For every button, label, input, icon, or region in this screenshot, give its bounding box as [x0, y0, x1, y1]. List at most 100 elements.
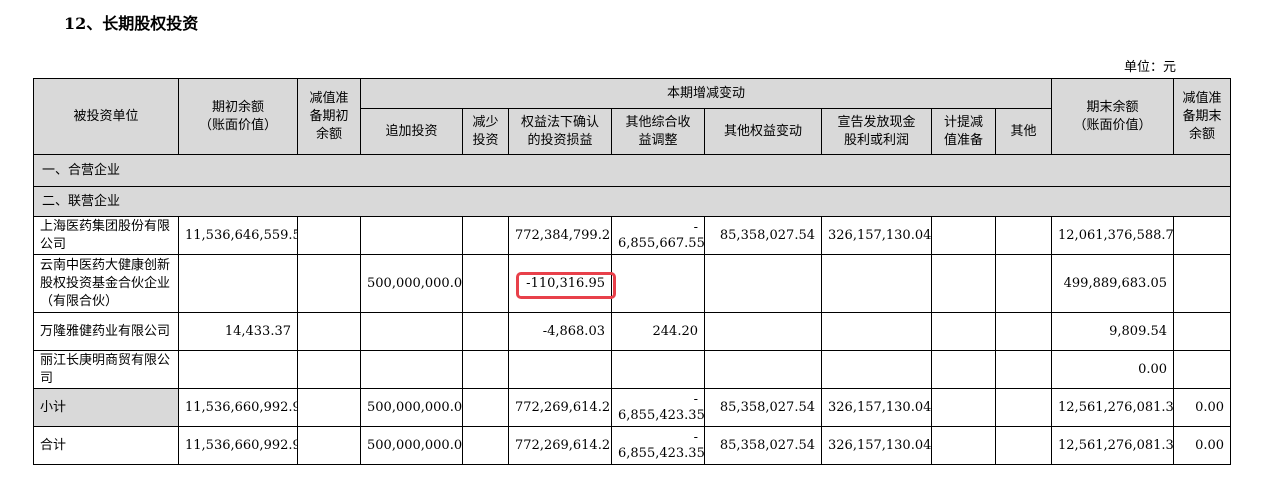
cell-opening: 11,536,660,992.93 [178, 426, 298, 465]
cell-closing-impairment [1173, 216, 1232, 255]
cell-closing-impairment: 0.00 [1173, 388, 1232, 427]
cell-opening: 11,536,646,559.56 [178, 216, 298, 255]
cell-opening [178, 350, 298, 389]
table-row: 万隆雅健药业有限公司 14,433.37 -4,868.03 244.20 9,… [33, 312, 1232, 351]
cell-opening-impairment [297, 216, 361, 255]
header-opening: 期初余额 （账面价值） [178, 78, 298, 155]
header-change-group: 本期增减变动 [359, 78, 1053, 109]
cell-oci-value: 6,855,423.35 [618, 407, 705, 423]
highlight-annotation-box [516, 272, 616, 299]
investee-name: 上海医药集团股份有限公司 [33, 216, 179, 255]
header-closing-impairment: 减值准 备期末 余额 [1173, 78, 1232, 155]
cell-closing: 12,561,276,081.35 [1051, 426, 1175, 465]
cell-other-equity [704, 350, 822, 389]
cell-add-invest: 500,000,000.00 [360, 388, 463, 427]
cell-reduce-invest [462, 216, 509, 255]
cell-opening-impairment [297, 350, 361, 389]
cell-reduce-invest [462, 312, 509, 351]
table-row: 丽江长庚明商贸有限公司 0.00 [33, 350, 1232, 389]
cell-equity-income: -4,868.03 [508, 312, 612, 351]
cell-opening: 14,433.37 [178, 312, 298, 351]
cell-other [994, 312, 1053, 351]
cell-closing: 499,889,683.05 [1051, 254, 1175, 313]
cell-dividend [821, 254, 932, 313]
cell-other-equity: 85,358,027.54 [704, 388, 822, 427]
cell-closing-impairment [1173, 254, 1232, 313]
cell-impairment [931, 312, 996, 351]
cell-equity-income: 772,269,614.27 [508, 388, 612, 427]
section-associates: 二、联营企业 [32, 186, 1232, 217]
cell-closing: 0.00 [1051, 350, 1175, 389]
cell-oci [611, 254, 705, 313]
header-closing: 期末余额 （账面价值） [1051, 78, 1175, 155]
cell-dividend: 326,157,130.04 [821, 388, 932, 427]
header-investee: 被投资单位 [33, 78, 179, 155]
cell-other [994, 254, 1053, 313]
cell-closing-impairment: 0.00 [1173, 426, 1232, 465]
cell-impairment [931, 216, 996, 255]
header-equity-income: 权益法下确认 的投资损益 [508, 108, 612, 155]
cell-oci-sign: - [693, 429, 698, 445]
cell-opening [178, 254, 298, 313]
cell-closing: 12,061,376,588.76 [1051, 216, 1175, 255]
cell-opening-impairment [297, 254, 361, 313]
cell-dividend [821, 312, 932, 351]
cell-oci-value: 6,855,423.35 [618, 445, 705, 461]
subtotal-label: 小计 [33, 388, 179, 427]
header-other-equity: 其他权益变动 [704, 108, 822, 155]
header-other: 其他 [994, 108, 1053, 155]
cell-other [994, 388, 1053, 427]
cell-oci-sign: - [693, 219, 698, 235]
cell-add-invest [360, 312, 463, 351]
header-add-invest: 追加投资 [360, 108, 463, 155]
investee-name: 万隆雅健药业有限公司 [33, 312, 179, 351]
table-row: 云南中医药大健康创新股权投资基金合伙企业（有限合伙） 500,000,000.0… [33, 254, 1232, 313]
cell-other-equity: 85,358,027.54 [704, 426, 822, 465]
cell-impairment [931, 254, 996, 313]
cell-oci: 244.20 [611, 312, 705, 351]
cell-reduce-invest [462, 426, 509, 465]
investee-name: 云南中医药大健康创新股权投资基金合伙企业（有限合伙） [33, 254, 179, 313]
cell-impairment [931, 388, 996, 427]
cell-add-invest: 500,000,000.00 [360, 426, 463, 465]
header-reduce-invest: 减少 投资 [462, 108, 509, 155]
cell-other [994, 350, 1053, 389]
cell-other [994, 216, 1053, 255]
header-oci: 其他综合收 益调整 [611, 108, 705, 155]
cell-other [994, 426, 1053, 465]
cell-opening-impairment [297, 312, 361, 351]
cell-add-invest [360, 216, 463, 255]
unit-label: 单位：元 [1124, 60, 1177, 75]
total-row: 合计 11,536,660,992.93 500,000,000.00 772,… [33, 426, 1232, 465]
cell-closing-impairment [1173, 312, 1232, 351]
cell-equity-income: 772,384,799.25 [508, 216, 612, 255]
cell-other-equity [704, 312, 822, 351]
cell-opening-impairment [297, 426, 361, 465]
cell-dividend: 326,157,130.04 [821, 216, 932, 255]
cell-oci: - 6,855,423.35 [611, 388, 705, 427]
cell-oci: - 6,855,667.55 [611, 216, 705, 255]
header-dividend: 宣告发放现金 股利或利润 [821, 108, 932, 155]
cell-oci: - 6,855,423.35 [611, 426, 705, 465]
cell-impairment [931, 350, 996, 389]
cell-oci [611, 350, 705, 389]
total-label: 合计 [33, 426, 179, 465]
header-opening-impairment: 减值准 备期初 余额 [297, 78, 361, 155]
cell-equity-income: 772,269,614.27 [508, 426, 612, 465]
cell-add-invest: 500,000,000.00 [360, 254, 463, 313]
cell-closing: 9,809.54 [1051, 312, 1175, 351]
investee-name: 丽江长庚明商贸有限公司 [33, 350, 179, 389]
cell-impairment [931, 426, 996, 465]
subtotal-row: 小计 11,536,660,992.93 500,000,000.00 772,… [33, 388, 1232, 427]
cell-reduce-invest [462, 388, 509, 427]
cell-equity-income [508, 350, 612, 389]
cell-dividend [821, 350, 932, 389]
cell-reduce-invest [462, 254, 509, 313]
cell-closing-impairment [1173, 350, 1232, 389]
cell-opening-impairment [297, 388, 361, 427]
cell-other-equity [704, 254, 822, 313]
cell-other-equity: 85,358,027.54 [704, 216, 822, 255]
cell-oci-value: 6,855,667.55 [618, 235, 705, 251]
long-term-equity-investment-table: 被投资单位 期初余额 （账面价值） 减值准 备期初 余额 本期增减变动 期末余额… [32, 78, 1232, 465]
cell-add-invest [360, 350, 463, 389]
